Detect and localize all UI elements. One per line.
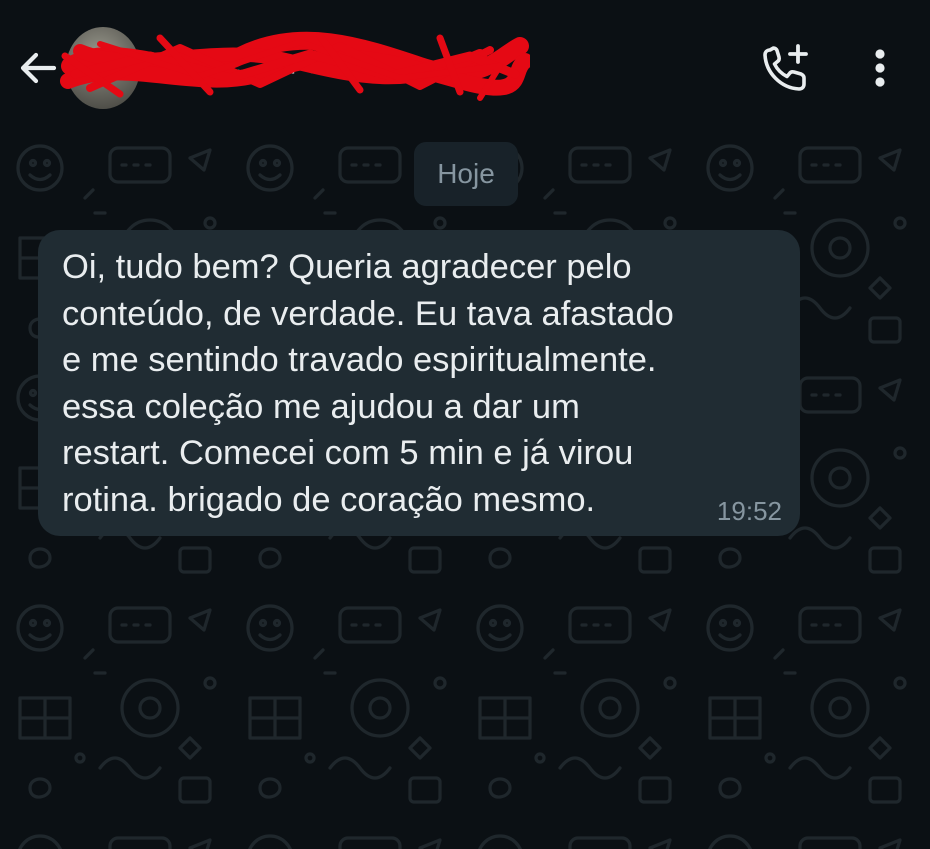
avatar[interactable] — [66, 27, 140, 109]
contact-name[interactable]: +55 ·· ··· ··· ··08 — [165, 48, 525, 92]
add-call-button[interactable] — [758, 40, 814, 96]
back-button[interactable] — [14, 44, 62, 92]
message-text: Oi, tudo bem? Queria agradecer pelo cont… — [62, 248, 674, 519]
message-time: 19:52 — [716, 496, 782, 526]
more-vert-icon — [875, 49, 885, 87]
date-chip: Hoje — [414, 142, 518, 206]
add-call-icon — [763, 44, 808, 91]
arrow-left-icon — [20, 52, 57, 84]
chat-header: +55 ·· ··· ··· ··08 — [0, 0, 930, 128]
incoming-message-bubble[interactable]: Oi, tudo bem? Queria agradecer pelo cont… — [38, 230, 800, 536]
whatsapp-chat-screen: +55 ·· ··· ··· ··08 Hoje Oi, tudo bem? Q… — [0, 0, 930, 849]
chat-area[interactable]: Hoje Oi, tudo bem? Queria agradecer pelo… — [0, 128, 930, 849]
more-options-button[interactable] — [856, 40, 904, 96]
